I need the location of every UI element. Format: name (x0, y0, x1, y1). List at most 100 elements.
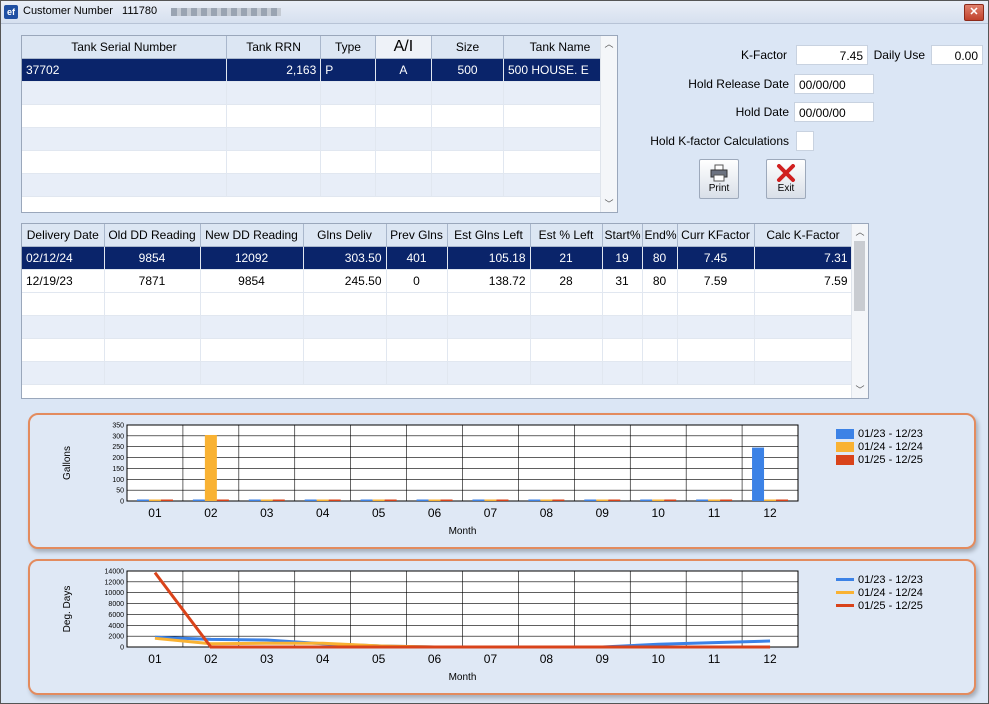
bar (416, 499, 429, 501)
x-tick-label: 04 (316, 652, 330, 666)
tank-col-header[interactable]: Tank RRN (226, 36, 322, 59)
legend-swatch (836, 454, 854, 465)
kfactor-field[interactable]: 7.45 (796, 45, 868, 65)
delivery-col-header[interactable]: Est % Left (530, 224, 603, 247)
tank-row[interactable]: 37702 2,163 P A 500 500 HOUSE. E (22, 58, 617, 82)
y-tick-label: 250 (112, 444, 124, 451)
legend-entry: 01/23 - 12/23 (836, 573, 923, 586)
x-tick-label: 09 (596, 506, 610, 520)
legend-swatch (836, 441, 854, 452)
delivery-cell (104, 361, 201, 385)
bar (764, 499, 777, 501)
bar (136, 499, 149, 501)
delivery-cell (303, 315, 387, 339)
delivery-row[interactable]: 12/19/23 7871 9854 245.50 0 138.72 28 31 80 7.59 7… (22, 269, 853, 293)
delivery-cell: 7.59 (677, 269, 755, 293)
tank-row[interactable] (22, 127, 617, 151)
delivery-col-header[interactable]: Calc K-Factor (754, 224, 853, 247)
delivery-col-header[interactable]: Prev Glns (386, 224, 448, 247)
tank-grid-scrollbar[interactable]: ︿ ﹀ (600, 36, 617, 212)
delivery-col-header[interactable]: Start% (602, 224, 643, 247)
delivery-grid-scrollbar[interactable]: ︿ ﹀ (851, 224, 868, 398)
delivery-cell (200, 338, 304, 362)
delivery-col-header[interactable]: Glns Deliv (303, 224, 387, 247)
delivery-cell (303, 292, 387, 316)
legend-swatch (836, 578, 854, 581)
x-tick-label: 03 (260, 506, 274, 520)
tank-row[interactable] (22, 81, 617, 105)
bar (328, 499, 341, 501)
delivery-cell (642, 315, 678, 339)
delivery-cell (677, 292, 755, 316)
delivery-cell (602, 315, 643, 339)
print-button[interactable]: Print (699, 159, 739, 199)
tank-grid: Tank Serial Number Tank RRN Type A/I Size Tan… (21, 35, 618, 213)
delivery-row[interactable] (22, 338, 853, 362)
delivery-row[interactable] (22, 292, 853, 316)
bar (720, 499, 733, 501)
y-axis-label: Deg. Days (62, 586, 73, 633)
kfactor-label: K-Factor (740, 48, 787, 62)
tank-cell (431, 127, 504, 151)
delivery-cell (677, 361, 755, 385)
scroll-up-icon[interactable]: ︿ (601, 36, 617, 52)
bar (316, 499, 329, 501)
legend-entry: 01/24 - 12/24 (836, 440, 923, 453)
close-button[interactable]: ✕ (964, 4, 984, 21)
tank-cell: 500 (431, 58, 504, 82)
tank-row[interactable] (22, 150, 617, 174)
delivery-col-header[interactable]: End% (642, 224, 678, 247)
x-tick-label: 01 (148, 652, 162, 666)
hold-date-field[interactable]: 00/00/00 (794, 102, 874, 122)
y-tick-label: 100 (112, 477, 124, 484)
bar (584, 499, 597, 501)
scroll-up-icon[interactable]: ︿ (852, 224, 868, 240)
delivery-row[interactable] (22, 361, 853, 385)
delivery-col-header[interactable]: Curr KFactor (677, 224, 755, 247)
x-tick-label: 08 (540, 506, 554, 520)
scroll-down-icon[interactable]: ﹀ (601, 196, 617, 212)
app-logo-icon: ef (4, 5, 18, 19)
delivery-col-header[interactable]: Old DD Reading (104, 224, 201, 247)
hold-release-field[interactable]: 00/00/00 (794, 74, 874, 94)
tank-cell (320, 150, 376, 174)
daily-use-field[interactable]: 0.00 (931, 45, 983, 65)
tank-cell (375, 173, 433, 197)
delivery-col-header[interactable]: New DD Reading (200, 224, 304, 247)
delivery-cell (200, 315, 304, 339)
tank-row[interactable] (22, 104, 617, 128)
tank-col-header[interactable]: A/I (375, 36, 433, 59)
bar (384, 499, 397, 501)
delivery-cell: 0 (386, 269, 448, 293)
x-tick-label: 03 (260, 652, 274, 666)
y-tick-label: 0 (120, 499, 124, 506)
delivery-col-header[interactable]: Est Glns Left (447, 224, 531, 247)
tank-col-header[interactable]: Size (431, 36, 504, 59)
tank-row[interactable] (22, 173, 617, 197)
tank-col-header[interactable]: Tank Serial Number (22, 36, 227, 59)
scroll-thumb[interactable] (854, 241, 865, 311)
hold-release-label: Hold Release Date (688, 77, 789, 91)
tank-cell: P (320, 58, 376, 82)
bar (752, 447, 765, 501)
delivery-cell: 80 (642, 269, 678, 293)
gallons-chart: 350 300 250 200 150 100 50 0 01 02 03 04 05 06 07 08 09 1… (62, 423, 799, 537)
delivery-cell: 105.18 (447, 246, 531, 270)
delivery-row[interactable]: 02/12/24 9854 12092 303.50 401 105.18 21 19 80 7.… (22, 246, 853, 270)
delivery-cell (104, 315, 201, 339)
legend-label: 01/23 - 12/23 (858, 573, 923, 586)
bar (776, 499, 789, 501)
legend-label: 01/23 - 12/23 (858, 427, 923, 440)
scroll-down-icon[interactable]: ﹀ (852, 382, 868, 398)
tank-col-header[interactable]: Type (320, 36, 376, 59)
tank-cell (22, 81, 227, 105)
x-tick-label: 06 (428, 506, 442, 520)
tank-cell (320, 127, 376, 151)
exit-x-icon (777, 164, 795, 182)
bar (552, 499, 565, 501)
bar (652, 499, 665, 501)
delivery-row[interactable] (22, 315, 853, 339)
delivery-col-header[interactable]: Delivery Date (22, 224, 105, 247)
exit-button[interactable]: Exit (766, 159, 806, 199)
hold-kfactor-checkbox[interactable] (796, 131, 814, 151)
